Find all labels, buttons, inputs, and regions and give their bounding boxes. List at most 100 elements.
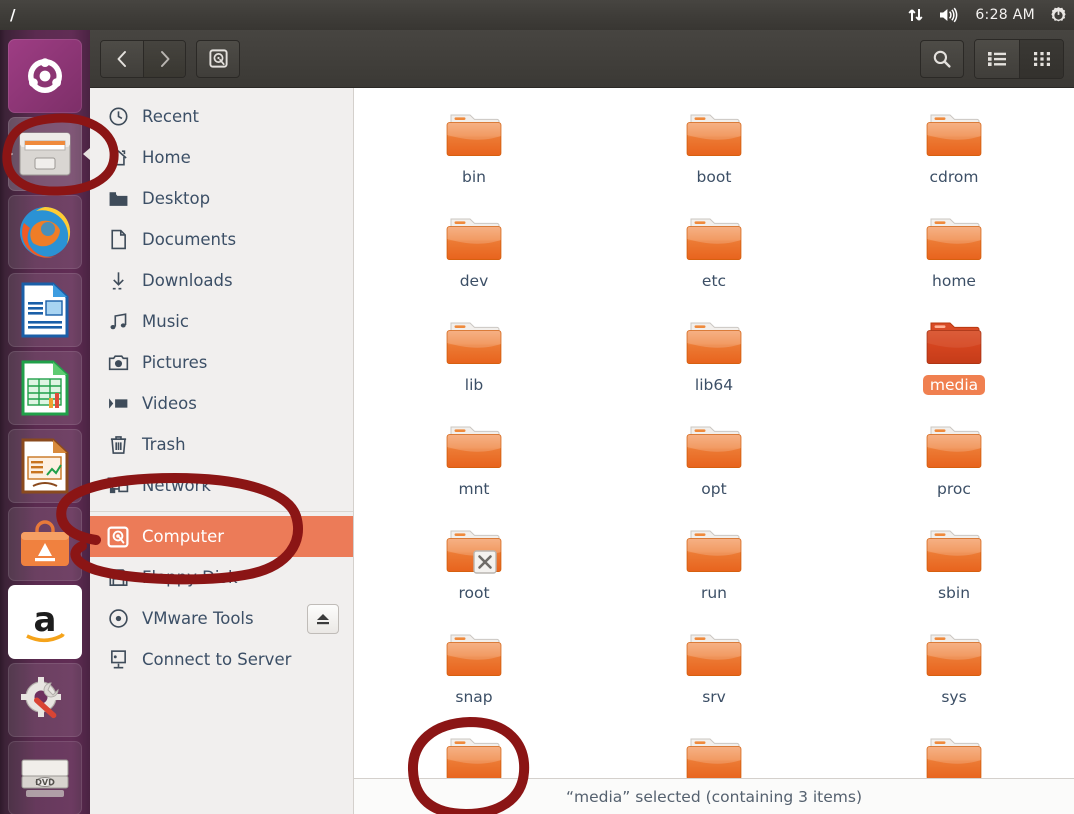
file-name-label: media bbox=[922, 375, 986, 395]
sidebar-item-music[interactable]: Music bbox=[90, 301, 353, 342]
file-name-label: sys bbox=[941, 688, 967, 706]
file-item-root[interactable]: root bbox=[354, 518, 594, 622]
svg-text:DVD: DVD bbox=[35, 778, 55, 787]
file-item-media[interactable]: media bbox=[834, 310, 1074, 414]
video-icon bbox=[107, 395, 129, 412]
folder-icon bbox=[683, 316, 745, 370]
sidebar-item-home[interactable]: Home bbox=[90, 137, 353, 178]
server-icon bbox=[107, 649, 129, 670]
clock[interactable]: 6:28 AM bbox=[975, 7, 1035, 23]
music-icon bbox=[107, 312, 129, 332]
folder-icon bbox=[923, 316, 985, 370]
sidebar-item-label: Music bbox=[142, 312, 189, 331]
forward-button[interactable] bbox=[143, 40, 185, 77]
sidebar-item-label: Connect to Server bbox=[142, 650, 292, 669]
file-item-srv[interactable]: srv bbox=[594, 622, 834, 726]
launcher-item-libreoffice-calc[interactable] bbox=[8, 351, 82, 425]
file-item-lib[interactable]: lib bbox=[354, 310, 594, 414]
sidebar-item-pictures[interactable]: Pictures bbox=[90, 342, 353, 383]
ubuntu-desktop-screenshot: / 6:28 AM a DVD Recent Home Desktop Docu… bbox=[0, 0, 1074, 814]
folder-icon bbox=[923, 524, 985, 578]
nautilus-file-manager-window: Recent Home Desktop Documents Downloads Music… bbox=[90, 30, 1074, 814]
search-button[interactable] bbox=[920, 39, 964, 78]
window-body: Recent Home Desktop Documents Downloads Music… bbox=[90, 88, 1074, 814]
folder-icon bbox=[443, 420, 505, 474]
file-item-mnt[interactable]: mnt bbox=[354, 414, 594, 518]
launcher-item-system-settings[interactable] bbox=[8, 663, 82, 737]
launcher-item-amazon[interactable]: a bbox=[8, 585, 82, 659]
folder-icon bbox=[923, 628, 985, 682]
file-name-label: etc bbox=[701, 272, 727, 290]
launcher-item-libreoffice-writer[interactable] bbox=[8, 273, 82, 347]
sidebar-item-trash[interactable]: Trash bbox=[90, 424, 353, 465]
file-item-bin[interactable]: bin bbox=[354, 102, 594, 206]
eject-button[interactable] bbox=[307, 603, 339, 634]
list-view-button[interactable] bbox=[975, 39, 1019, 78]
file-item-opt[interactable]: opt bbox=[594, 414, 834, 518]
grid-view-button[interactable] bbox=[1019, 39, 1063, 78]
location-computer-button[interactable] bbox=[196, 39, 240, 78]
file-name-label: lib bbox=[464, 376, 484, 394]
volume-icon[interactable] bbox=[939, 7, 961, 23]
sidebar-item-desktop[interactable]: Desktop bbox=[90, 178, 353, 219]
places-sidebar: Recent Home Desktop Documents Downloads Music… bbox=[90, 88, 354, 814]
file-name-label: root bbox=[458, 584, 490, 602]
sidebar-item-computer[interactable]: Computer bbox=[90, 516, 353, 557]
folder-icon bbox=[683, 108, 745, 162]
sidebar-item-downloads[interactable]: Downloads bbox=[90, 260, 353, 301]
sidebar-item-label: Documents bbox=[142, 230, 237, 249]
svg-text:a: a bbox=[34, 600, 57, 640]
file-name-label: proc bbox=[937, 480, 971, 498]
sidebar-item-network[interactable]: Network bbox=[90, 465, 353, 506]
launcher-item-dvd-drive[interactable]: DVD bbox=[8, 741, 82, 814]
launcher-item-firefox[interactable] bbox=[8, 195, 82, 269]
folder-icon bbox=[923, 420, 985, 474]
clock-icon bbox=[107, 106, 129, 127]
power-gear-icon[interactable] bbox=[1049, 6, 1068, 25]
sidebar-item-recent[interactable]: Recent bbox=[90, 96, 353, 137]
file-name-label: bin bbox=[462, 168, 486, 186]
file-item-etc[interactable]: etc bbox=[594, 206, 834, 310]
sidebar-item-documents[interactable]: Documents bbox=[90, 219, 353, 260]
folder-icon bbox=[443, 108, 505, 162]
file-item-proc[interactable]: proc bbox=[834, 414, 1074, 518]
file-item-dev[interactable]: dev bbox=[354, 206, 594, 310]
launcher-item-ubuntu-dash[interactable] bbox=[8, 39, 82, 113]
sidebar-item-videos[interactable]: Videos bbox=[90, 383, 353, 424]
sidebar-item-label: Floppy Disk bbox=[142, 568, 238, 587]
launcher-item-ubuntu-software[interactable] bbox=[8, 507, 82, 581]
launcher-item-files-nautilus[interactable] bbox=[7, 117, 90, 191]
file-item-cdrom[interactable]: cdrom bbox=[834, 102, 1074, 206]
file-item-snap[interactable]: snap bbox=[354, 622, 594, 726]
top-panel: / 6:28 AM bbox=[0, 0, 1074, 30]
unity-launcher: a DVD bbox=[0, 30, 90, 814]
file-item-sbin[interactable]: sbin bbox=[834, 518, 1074, 622]
folder-icon bbox=[683, 524, 745, 578]
file-name-label: opt bbox=[701, 480, 727, 498]
file-item-boot[interactable]: boot bbox=[594, 102, 834, 206]
file-item-sys[interactable]: sys bbox=[834, 622, 1074, 726]
sidebar-item-connect-to-server[interactable]: Connect to Server bbox=[90, 639, 353, 680]
launcher-item-libreoffice-impress[interactable] bbox=[8, 429, 82, 503]
network-updown-icon[interactable] bbox=[907, 7, 925, 23]
file-name-label: sbin bbox=[937, 584, 971, 602]
file-name-label: snap bbox=[455, 688, 493, 706]
sidebar-item-label: Home bbox=[142, 148, 191, 167]
sidebar-item-label: Network bbox=[142, 476, 211, 495]
system-tray: 6:28 AM bbox=[907, 6, 1074, 25]
status-bar: “media” selected (containing 3 items) bbox=[354, 778, 1074, 814]
file-item-lib64[interactable]: lib64 bbox=[594, 310, 834, 414]
floppy-icon bbox=[107, 567, 129, 588]
sidebar-item-floppy-disk[interactable]: Floppy Disk bbox=[90, 557, 353, 598]
disc-icon bbox=[107, 608, 129, 629]
back-button[interactable] bbox=[101, 40, 143, 77]
folder-icon bbox=[107, 189, 129, 208]
sidebar-item-vmware-tools[interactable]: VMware Tools bbox=[90, 598, 353, 639]
file-name-label: lib64 bbox=[694, 376, 734, 394]
file-view[interactable]: bin boot cdrom dev etc home lib lib64 me… bbox=[354, 88, 1074, 814]
folder-icon bbox=[923, 108, 985, 162]
file-item-run[interactable]: run bbox=[594, 518, 834, 622]
download-icon bbox=[107, 270, 129, 291]
file-item-home[interactable]: home bbox=[834, 206, 1074, 310]
file-name-label: dev bbox=[459, 272, 489, 290]
